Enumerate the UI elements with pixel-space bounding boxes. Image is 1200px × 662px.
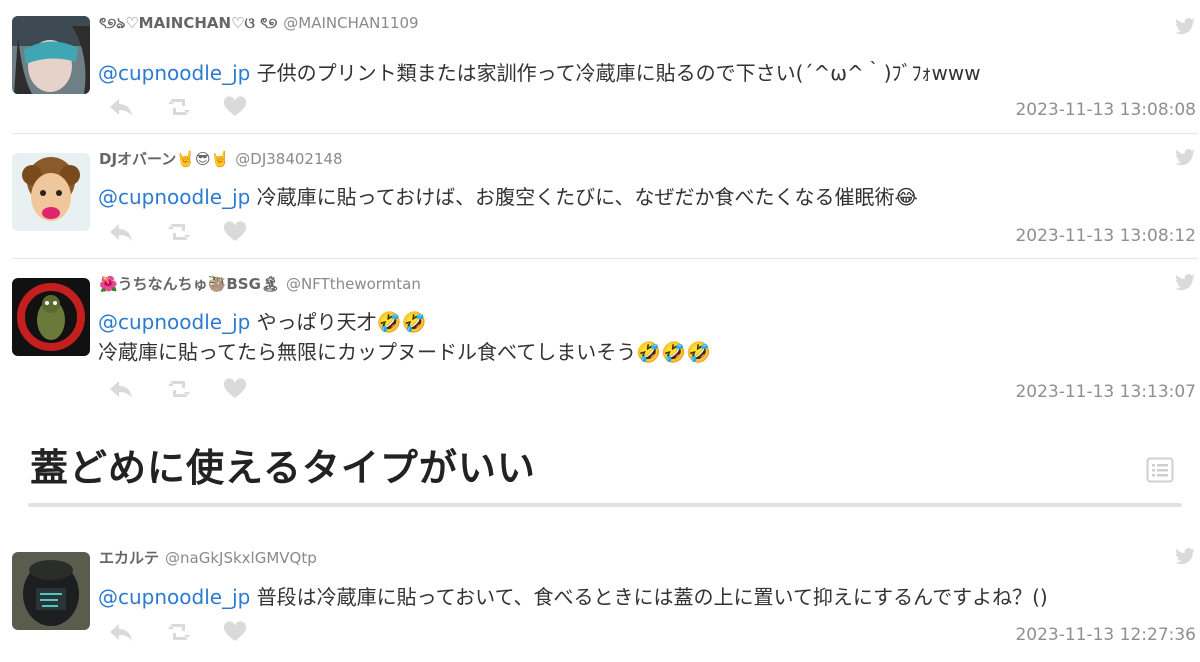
twitter-bird-icon[interactable] (1174, 274, 1196, 292)
tweet-header: DJオバーン🤘😎🤘 @DJ38402148 (99, 147, 343, 171)
user-handle[interactable]: @naGkJSkxlGMVQtp (165, 549, 317, 567)
tweet-actions (108, 377, 268, 401)
twitter-bird-icon[interactable] (1174, 149, 1196, 167)
tweet-header: ৎ୭ঌ♡MAINCHAN♡ଓ ৎ୭ @MAINCHAN1109 (99, 11, 419, 35)
timestamp[interactable]: 2023-11-13 13:08:12 (1015, 224, 1196, 248)
tweet-text: @cupnoodle_jp 普段は冷蔵庫に貼っておいて、食べるときには蓋の上に置… (98, 582, 1188, 612)
tweet-actions (108, 220, 268, 244)
tweet-text-line: 冷蔵庫に貼っておけば、お腹空くたびに、なぜだか食べたくなる催眠術😂 (250, 185, 918, 209)
divider (12, 133, 1198, 134)
twitter-bird-icon[interactable] (1174, 548, 1196, 566)
user-handle[interactable]: @DJ38402148 (235, 150, 342, 168)
tweet-actions (108, 620, 268, 644)
tweet-text-line: 子供のプリント類または家訓作って冷蔵庫に貼るので下さい(´^ω^｀)ﾌﾞﾌｫww… (250, 61, 981, 85)
mention-link[interactable]: @cupnoodle_jp (98, 585, 250, 609)
timestamp[interactable]: 2023-11-13 13:13:07 (1015, 380, 1196, 404)
tweet-text: @cupnoodle_jp やっぱり天才🤣🤣 冷蔵庫に貼ってたら無限にカップヌー… (98, 307, 1188, 367)
user-name[interactable]: エカルテ (99, 549, 159, 567)
tweet-text: @cupnoodle_jp 冷蔵庫に貼っておけば、お腹空くたびに、なぜだか食べた… (98, 182, 1188, 212)
list-icon[interactable] (1146, 457, 1174, 483)
reply-icon[interactable] (108, 220, 134, 244)
tweet-header: 🌺うちなんちゅ🦥BSG🏝 @NFTthewormtan (99, 272, 421, 296)
mention-link[interactable]: @cupnoodle_jp (98, 185, 250, 209)
user-handle[interactable]: @NFTthewormtan (286, 275, 421, 293)
reply-icon[interactable] (108, 620, 134, 644)
retweet-icon[interactable] (166, 220, 192, 244)
mention-link[interactable]: @cupnoodle_jp (98, 310, 250, 334)
timestamp[interactable]: 2023-11-13 13:08:08 (1015, 98, 1196, 122)
tweet-header: エカルテ @naGkJSkxlGMVQtp (99, 546, 317, 570)
timestamp[interactable]: 2023-11-13 12:27:36 (1015, 623, 1196, 647)
heart-icon[interactable] (222, 95, 248, 119)
user-name[interactable]: ৎ୭ঌ♡MAINCHAN♡ଓ ৎ୭ (99, 14, 277, 32)
dark-figure-avatar[interactable] (12, 552, 90, 630)
retweet-icon[interactable] (166, 95, 192, 119)
tweet-text-line: やっぱり天才🤣🤣 (250, 310, 427, 334)
reply-icon[interactable] (108, 95, 134, 119)
tweet-text: @cupnoodle_jp 子供のプリント類または家訓作って冷蔵庫に貼るので下さ… (98, 58, 1188, 88)
user-name[interactable]: 🌺うちなんちゅ🦥BSG🏝 (99, 275, 280, 293)
divider (12, 258, 1198, 259)
red-worm-avatar[interactable] (12, 278, 90, 356)
heart-icon[interactable] (222, 220, 248, 244)
heart-icon[interactable] (222, 377, 248, 401)
user-handle[interactable]: @MAINCHAN1109 (283, 14, 418, 32)
cartoon-face-avatar[interactable] (12, 153, 90, 231)
heart-icon[interactable] (222, 620, 248, 644)
mask-portrait-avatar[interactable] (12, 16, 90, 94)
user-name[interactable]: DJオバーン🤘😎🤘 (99, 150, 229, 168)
twitter-bird-icon[interactable] (1174, 18, 1196, 36)
mention-link[interactable]: @cupnoodle_jp (98, 61, 250, 85)
tweet-text-line: 普段は冷蔵庫に貼っておいて、食べるときには蓋の上に置いて抑えにするんですよね？(… (250, 585, 1048, 609)
heading-underline (28, 503, 1182, 507)
tweet-actions (108, 95, 268, 119)
tweet-text-line: 冷蔵庫に貼ってたら無限にカップヌードル食べてしまいそう🤣🤣🤣 (98, 340, 711, 364)
retweet-icon[interactable] (166, 620, 192, 644)
retweet-icon[interactable] (166, 377, 192, 401)
reply-icon[interactable] (108, 377, 134, 401)
section-heading: 蓋どめに使えるタイプがいい (30, 446, 536, 490)
